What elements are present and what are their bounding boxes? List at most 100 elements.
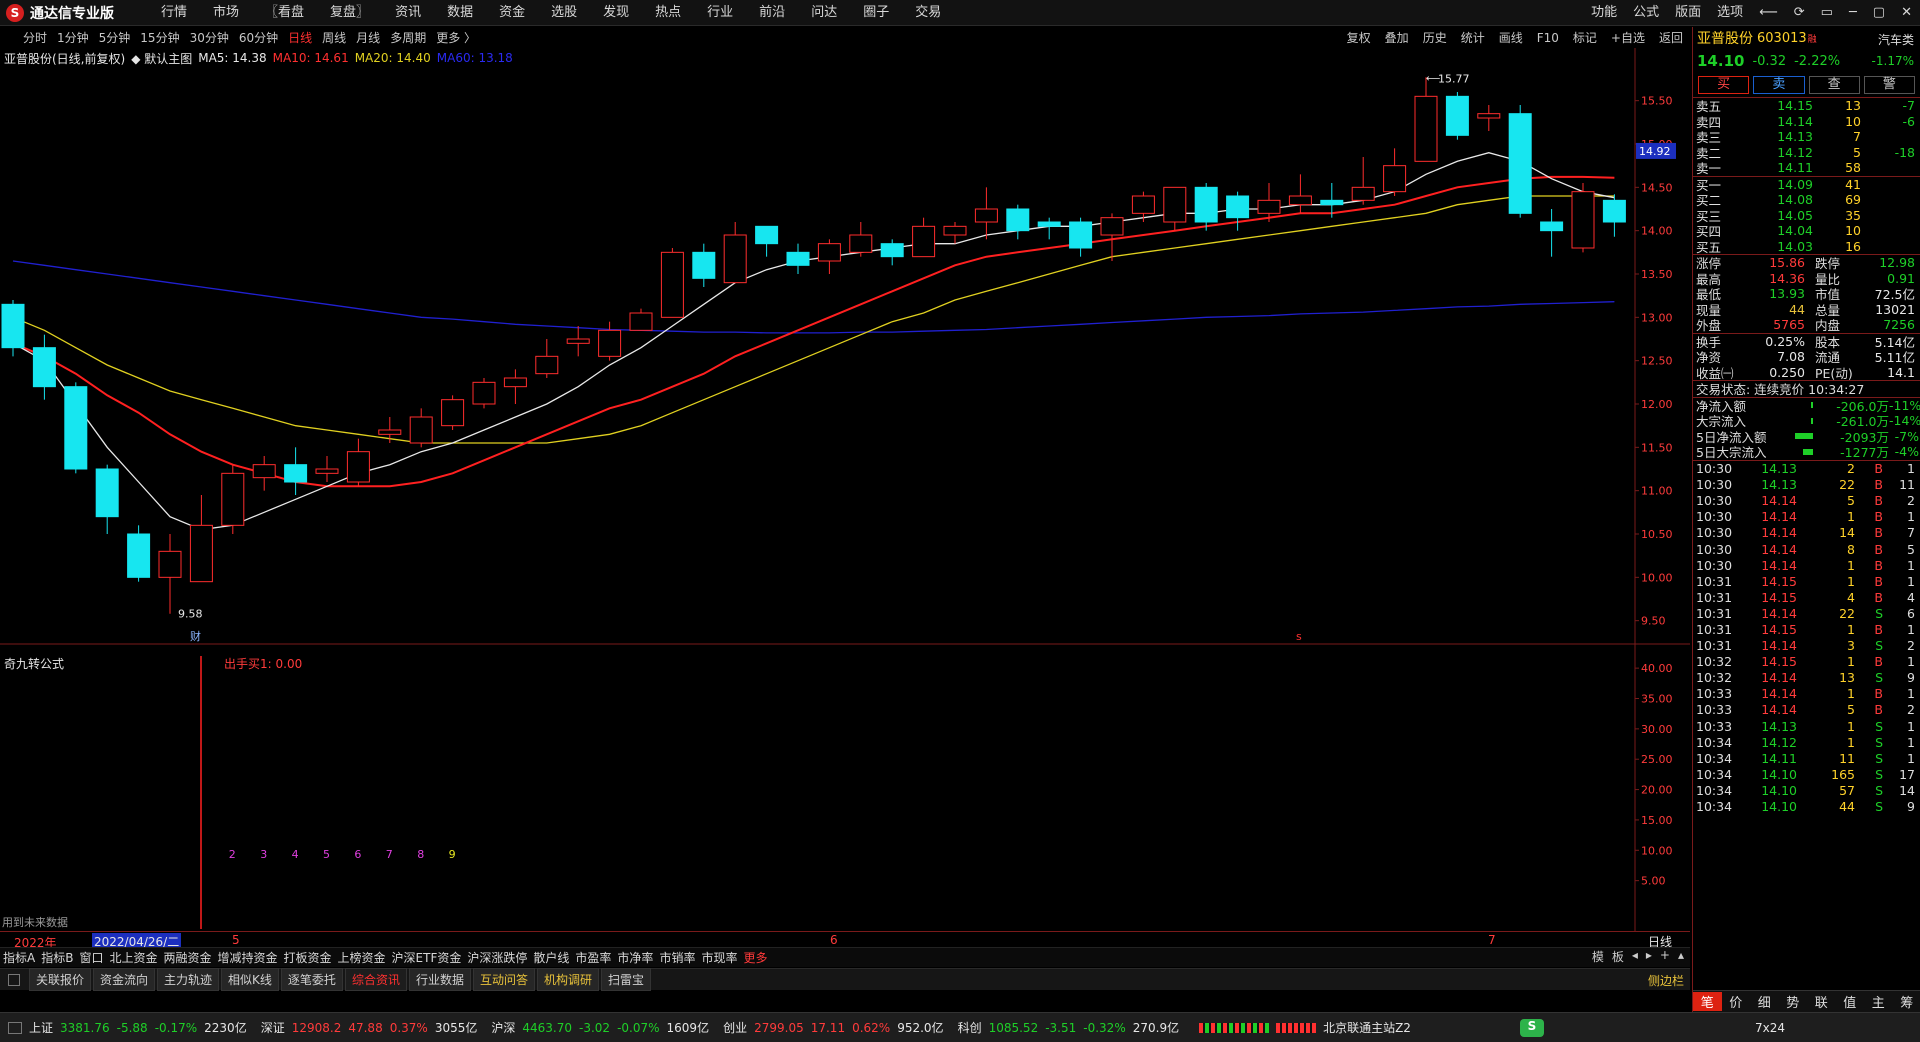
tabs1-right-0[interactable]: 模 [1592,948,1604,965]
info-tab-4[interactable]: 逐笔委托 [280,968,343,991]
menu-right-1[interactable]: 公式 [1625,0,1667,26]
chart-tool-3[interactable]: 统计 [1454,27,1492,49]
indicator-tab-4[interactable]: 两融资金 [160,949,214,966]
index-kc[interactable]: 科创 1085.52 -3.51 -0.32% 270.9亿 [958,1019,1187,1036]
menu-item-14[interactable]: 交易 [902,0,954,26]
info-tab-7[interactable]: 互动问答 [472,968,535,991]
indicator-tab-12[interactable]: 市净率 [614,949,656,966]
index-hs[interactable]: 沪深 4463.70 -3.02 -0.07% 1609亿 [491,1019,716,1036]
indicator-tab-3[interactable]: 北上资金 [106,949,160,966]
server-name[interactable]: 北京联通主站Z2 [1323,1019,1411,1036]
indicator-tab-11[interactable]: 市盈率 [572,949,614,966]
tabs1-right-3[interactable]: ▸ [1646,948,1652,965]
info-tab-0[interactable]: 关联报价 [29,968,92,991]
menu-item-9[interactable]: 热点 [642,0,694,26]
menu-right-9[interactable]: ✕ [1893,0,1920,26]
info-tab-8[interactable]: 机构调研 [536,968,599,991]
info-tab-2[interactable]: 主力轨迹 [157,968,220,991]
menu-right-2[interactable]: 版面 [1667,0,1709,26]
tabs1-right-5[interactable]: ▴ [1678,948,1684,965]
input-method-icon[interactable]: S [1520,1019,1544,1037]
info-tab-3[interactable]: 相似K线 [221,968,279,991]
info-tab-9[interactable]: 扫雷宝 [601,968,652,991]
legend-theme[interactable]: ◆ 默认主图 [131,50,192,67]
trade-btn-2[interactable]: 查 [1808,76,1860,94]
chart-tool-7[interactable]: +自选 [1604,27,1652,49]
quote-tab-1[interactable]: 价 [1722,992,1751,1011]
period-4[interactable]: 30分钟 [185,27,234,49]
menu-right-5[interactable]: ⟳ [1786,0,1813,26]
quote-tab-4[interactable]: 联 [1807,992,1836,1011]
chart-tool-6[interactable]: 标记 [1566,27,1604,49]
quote-tab-7[interactable]: 筹 [1893,992,1920,1011]
panel-toggle-icon[interactable] [8,973,20,986]
chart-tool-0[interactable]: 复权 [1340,27,1378,49]
chart-tool-2[interactable]: 历史 [1416,27,1454,49]
trade-btn-1[interactable]: 卖 [1753,76,1805,94]
indicator-tab-14[interactable]: 市现率 [698,949,740,966]
indicator-tab-2[interactable]: 窗口 [76,949,106,966]
tabs1-right-1[interactable]: 板 [1612,948,1624,965]
quote-tab-3[interactable]: 势 [1779,992,1808,1011]
quote-tab-6[interactable]: 主 [1864,992,1893,1011]
menu-right-3[interactable]: 选项 [1709,0,1751,26]
chart-tool-5[interactable]: F10 [1530,27,1566,49]
indicator-tab-0[interactable]: 指标A [0,949,38,966]
period-7[interactable]: 周线 [317,27,351,49]
menu-item-4[interactable]: 资讯 [382,0,434,26]
period-6[interactable]: 日线 [283,27,317,49]
info-tab-6[interactable]: 行业数据 [408,968,471,991]
trade-btn-0[interactable]: 买 [1698,76,1750,94]
sidebar-button[interactable]: 侧边栏 [1648,972,1684,989]
index-cy[interactable]: 创业 2799.05 17.11 0.62% 952.0亿 [723,1019,950,1036]
indicator-tab-8[interactable]: 沪深ETF资金 [389,949,465,966]
period-0[interactable]: 分时 [18,27,52,49]
kline-chart[interactable]: 15.50 15.00 14.50 14.00 13.50 13.00 12.50 12.00… [0,48,1690,933]
menu-right-7[interactable]: ─ [1841,0,1865,26]
tabs1-right-4[interactable]: + [1660,948,1670,965]
indicator-tab-7[interactable]: 上榜资金 [335,949,389,966]
menu-item-7[interactable]: 选股 [538,0,590,26]
menu-item-5[interactable]: 数据 [434,0,486,26]
bid-row[interactable]: 买五 14.03 16 [1693,239,1920,255]
menu-item-2[interactable]: 〖看盘 [252,0,317,26]
period-5[interactable]: 60分钟 [234,27,283,49]
menu-right-8[interactable]: ▢ [1865,0,1893,26]
menu-item-0[interactable]: 行情 [148,0,200,26]
tabs1-right-2[interactable]: ◂ [1632,948,1638,965]
indicator-tab-10[interactable]: 散户线 [530,949,572,966]
index-sh[interactable]: 上证 3381.76 -5.88 -0.17% 2230亿 [29,1019,254,1036]
index-sz[interactable]: 深证 12908.2 47.88 0.37% 3055亿 [261,1019,485,1036]
period-10[interactable]: 更多 〉 [431,27,481,49]
period-3[interactable]: 15分钟 [135,27,184,49]
chart-tool-1[interactable]: 叠加 [1378,27,1416,49]
ask-row[interactable]: 卖一 14.11 58 [1693,160,1920,176]
menu-item-3[interactable]: 复盘〗 [317,0,382,26]
period-8[interactable]: 月线 [351,27,385,49]
trade-btn-3[interactable]: 警 [1863,76,1915,94]
menu-right-0[interactable]: 功能 [1583,0,1625,26]
chart-tool-8[interactable]: 返回 [1652,27,1690,49]
tick-list[interactable]: 10:30 14.13 2 B 1 10:30 14.13 22 B 11 10:30 14.14 5 B… [1693,461,1920,815]
status-icon[interactable] [8,1021,22,1034]
info-tab-5[interactable]: 综合资讯 [344,968,407,991]
chart-tool-4[interactable]: 画线 [1492,27,1530,49]
menu-item-1[interactable]: 市场 [200,0,252,26]
indicator-tab-1[interactable]: 指标B [38,949,76,966]
quote-tab-5[interactable]: 值 [1836,992,1865,1011]
menu-item-13[interactable]: 圈子 [850,0,902,26]
quote-tab-2[interactable]: 细 [1750,992,1779,1011]
indicator-tab-6[interactable]: 打板资金 [281,949,335,966]
menu-right-4[interactable]: ⟵ [1751,0,1786,26]
indicator-tab-13[interactable]: 市销率 [656,949,698,966]
menu-right-6[interactable]: ▭ [1813,0,1841,26]
menu-item-8[interactable]: 发现 [590,0,642,26]
menu-item-11[interactable]: 前沿 [746,0,798,26]
menu-item-6[interactable]: 资金 [486,0,538,26]
period-1[interactable]: 1分钟 [52,27,94,49]
quote-tab-0[interactable]: 笔 [1693,992,1722,1011]
menu-item-10[interactable]: 行业 [694,0,746,26]
sector-name[interactable]: 汽车类 [1878,31,1914,48]
news-7x24[interactable]: 7x24 [1755,1021,1785,1035]
indicator-tab-9[interactable]: 沪深涨跌停 [464,949,530,966]
